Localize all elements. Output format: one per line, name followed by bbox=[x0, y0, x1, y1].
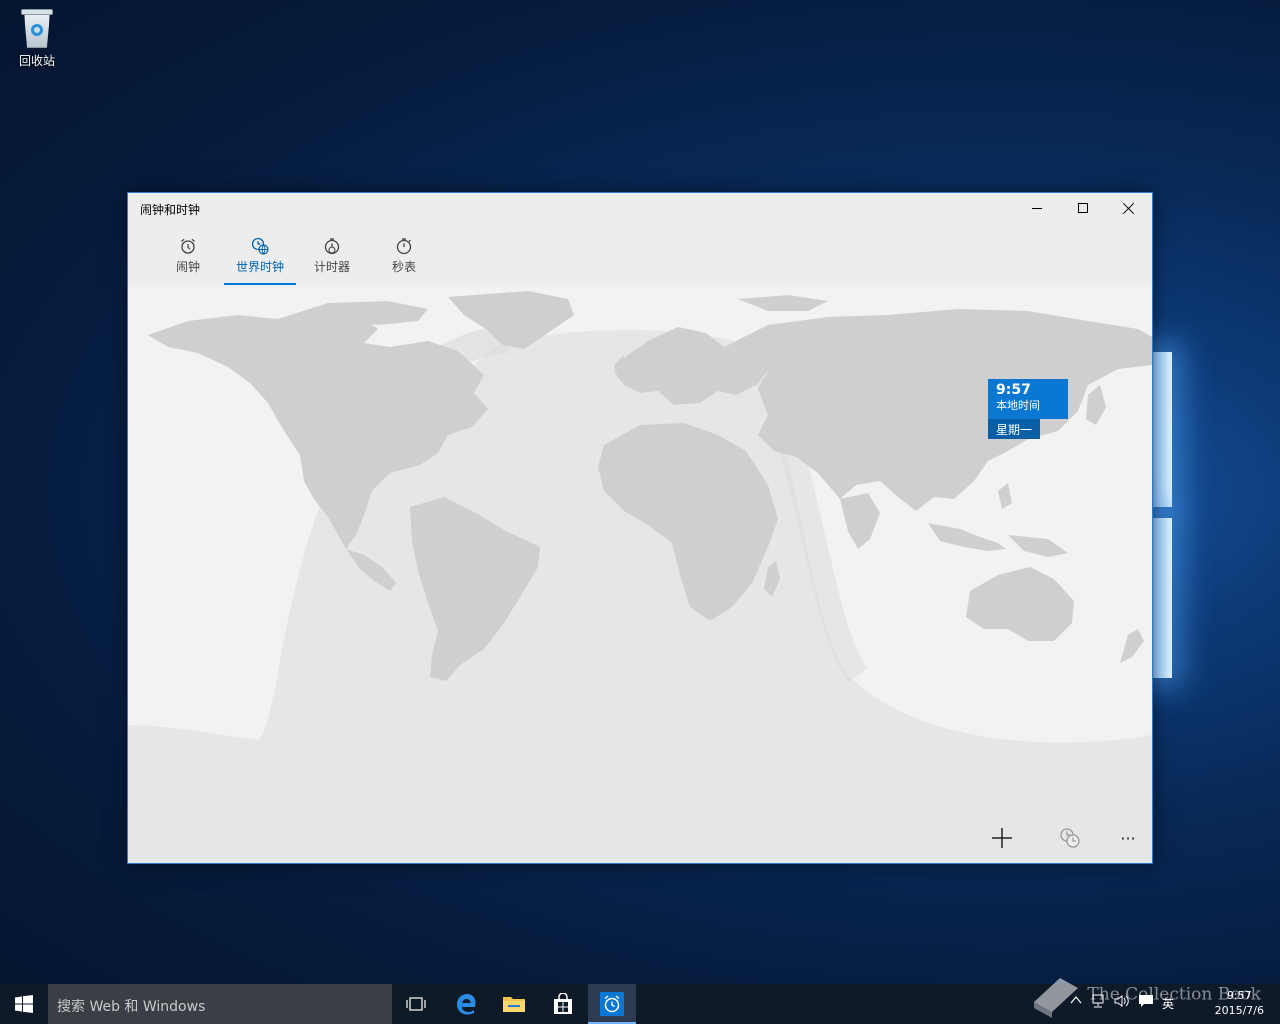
timer-icon bbox=[324, 238, 340, 255]
watermark: The Collection Book bbox=[1030, 972, 1261, 1018]
task-view-button[interactable] bbox=[392, 984, 440, 1024]
edge-browser-button[interactable] bbox=[442, 984, 490, 1024]
compare-clocks-button[interactable] bbox=[1050, 821, 1090, 855]
tab-alarm-label: 闹钟 bbox=[175, 260, 200, 274]
close-button[interactable] bbox=[1106, 193, 1152, 223]
add-clock-button[interactable] bbox=[982, 821, 1022, 855]
search-placeholder: 搜索 Web 和 Windows bbox=[57, 999, 206, 1015]
minimize-button[interactable] bbox=[1014, 193, 1060, 223]
stopwatch-icon bbox=[396, 238, 412, 255]
maximize-icon bbox=[1078, 203, 1088, 213]
tab-timer[interactable]: 计时器 bbox=[296, 237, 368, 285]
more-icon: ··· bbox=[1120, 828, 1136, 848]
world-map-graphic bbox=[128, 285, 1152, 743]
plus-icon bbox=[992, 828, 1012, 848]
alarms-clock-window: 闹钟和时钟 闹钟 世界时钟 计时器 秒表 9:57 本地时间 星期一 ··· bbox=[127, 192, 1153, 864]
tab-alarm[interactable]: 闹钟 bbox=[152, 237, 224, 285]
task-view-icon bbox=[406, 997, 426, 1011]
more-options-button[interactable]: ··· bbox=[1108, 821, 1148, 855]
folder-icon bbox=[503, 997, 525, 1012]
store-bag-icon bbox=[554, 993, 572, 1014]
minimize-icon bbox=[1032, 207, 1042, 209]
recycle-bin-label: 回收站 bbox=[18, 54, 55, 68]
local-time-card: 9:57 本地时间 bbox=[988, 379, 1068, 419]
recycle-bin[interactable]: 回收站 bbox=[8, 6, 66, 69]
app-command-bar: ··· bbox=[128, 815, 1152, 863]
tab-bar: 闹钟 世界时钟 计时器 秒表 bbox=[128, 223, 1152, 285]
tab-timer-label: 计时器 bbox=[313, 260, 350, 274]
close-icon bbox=[1123, 202, 1135, 214]
world-clock-icon bbox=[251, 237, 269, 255]
start-button[interactable] bbox=[0, 984, 48, 1024]
alarm-app-icon bbox=[600, 992, 624, 1016]
recycle-bin-icon bbox=[17, 6, 57, 50]
alarm-icon bbox=[181, 238, 195, 254]
local-day-label: 星期一 bbox=[988, 419, 1041, 439]
windows-logo-icon bbox=[15, 995, 33, 1013]
compare-clock-icon bbox=[1060, 828, 1080, 848]
world-map[interactable]: 9:57 本地时间 星期一 bbox=[128, 285, 1152, 863]
search-box[interactable]: 搜索 Web 和 Windows bbox=[48, 984, 392, 1024]
tab-stopwatch[interactable]: 秒表 bbox=[368, 237, 440, 285]
file-explorer-button[interactable] bbox=[490, 984, 538, 1024]
book-icon bbox=[1034, 978, 1078, 1018]
maximize-button[interactable] bbox=[1060, 193, 1106, 223]
local-time-label: 本地时间 bbox=[996, 399, 1040, 412]
watermark-text: The Collection Book bbox=[1087, 984, 1261, 1005]
window-title: 闹钟和时钟 bbox=[140, 203, 201, 217]
local-time-marker[interactable]: 9:57 本地时间 星期一 bbox=[988, 379, 1068, 439]
tab-world-clock[interactable]: 世界时钟 bbox=[224, 237, 296, 285]
title-bar[interactable]: 闹钟和时钟 bbox=[128, 193, 1152, 223]
tab-stopwatch-label: 秒表 bbox=[391, 260, 416, 274]
store-button[interactable] bbox=[539, 984, 587, 1024]
edge-icon bbox=[457, 994, 476, 1015]
local-time-value: 9:57 bbox=[996, 382, 1031, 398]
tab-world-clock-label: 世界时钟 bbox=[235, 260, 284, 274]
alarms-clock-taskbar-button[interactable] bbox=[588, 984, 636, 1024]
